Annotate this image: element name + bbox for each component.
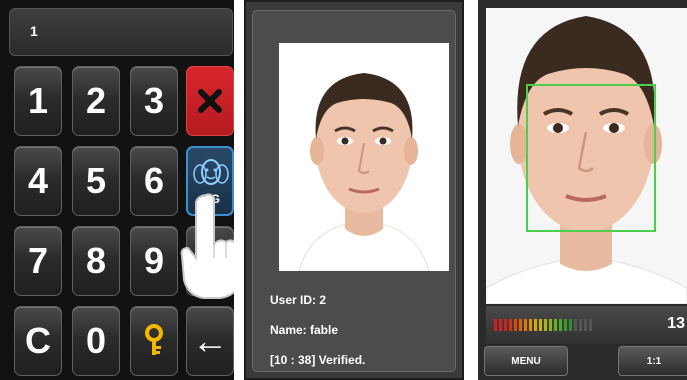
key-clear[interactable]: C bbox=[14, 306, 62, 376]
key-9[interactable]: 9 bbox=[130, 226, 178, 296]
face-capture-panel: 13 MENU 1:1 bbox=[478, 0, 687, 380]
key-2[interactable]: 2 bbox=[72, 66, 120, 136]
verify-mode-button[interactable]: 1:1 bbox=[618, 346, 687, 376]
user-name-text: Name: fable bbox=[270, 323, 339, 337]
verification-card: User ID: 2 Name: fable [10 : 38] Verifie… bbox=[252, 10, 456, 372]
face-portrait bbox=[279, 43, 449, 271]
camera-preview bbox=[486, 8, 687, 304]
key-7[interactable]: 7 bbox=[14, 226, 62, 296]
user-id-text: User ID: 2 bbox=[270, 293, 327, 307]
key-5[interactable]: 5 bbox=[72, 146, 120, 216]
key-4[interactable]: 4 bbox=[14, 146, 62, 216]
key-password[interactable] bbox=[130, 306, 178, 376]
key-8[interactable]: 8 bbox=[72, 226, 120, 296]
user-photo bbox=[279, 43, 449, 271]
menu-button[interactable]: MENU bbox=[484, 346, 568, 376]
pointing-hand-icon bbox=[180, 193, 234, 299]
signal-meter bbox=[494, 319, 592, 331]
keypad-display: 1 bbox=[9, 8, 233, 56]
keypad-panel: 1 1 2 3 4 5 6 1:G 7 8 9 C 0 ← bbox=[0, 0, 234, 380]
keypad-display-value: 1 bbox=[30, 23, 38, 39]
close-icon bbox=[198, 89, 222, 113]
key-6[interactable]: 6 bbox=[130, 146, 178, 216]
face-scan-icon bbox=[193, 159, 229, 185]
key-backspace[interactable]: ← bbox=[186, 306, 234, 376]
status-bar: 13 bbox=[486, 306, 687, 344]
delete-key[interactable] bbox=[186, 66, 234, 136]
key-1[interactable]: 1 bbox=[14, 66, 62, 136]
key-3[interactable]: 3 bbox=[130, 66, 178, 136]
capture-count: 13 bbox=[667, 315, 685, 332]
key-icon bbox=[145, 324, 163, 355]
verification-panel: User ID: 2 Name: fable [10 : 38] Verifie… bbox=[244, 0, 464, 380]
key-0[interactable]: 0 bbox=[72, 306, 120, 376]
verification-status-text: [10 : 38] Verified. bbox=[270, 353, 366, 367]
face-detection-box bbox=[526, 84, 656, 232]
